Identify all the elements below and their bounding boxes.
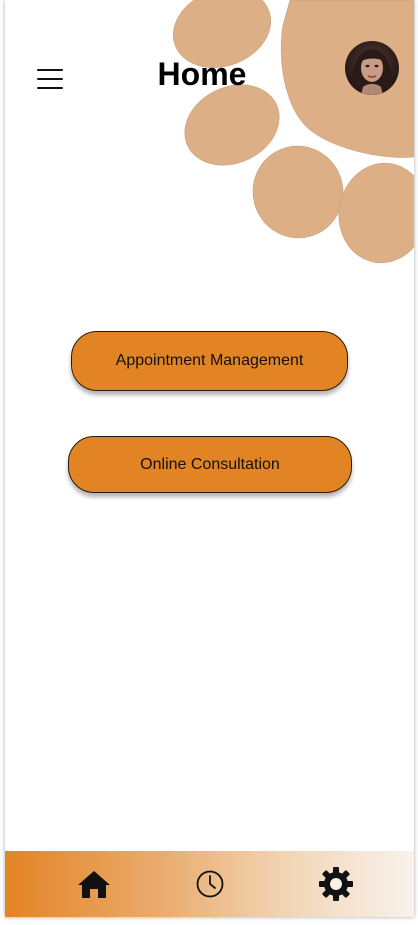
menu-button[interactable] [35,66,65,94]
nav-history[interactable] [192,866,228,902]
home-icon [78,871,110,898]
appointment-management-button[interactable]: Appointment Management [71,331,348,391]
avatar-image [345,41,399,95]
page-title: Home [157,56,247,92]
avatar[interactable] [345,41,399,95]
nav-settings[interactable] [318,866,354,902]
online-consultation-button[interactable]: Online Consultation [68,436,352,493]
menu-line [37,87,63,89]
bottom-navigation [5,851,414,917]
gear-icon [319,867,353,901]
nav-home[interactable] [76,866,112,902]
menu-line [37,78,63,80]
clock-icon [196,870,224,898]
paw-print-decoration [173,0,414,264]
menu-line [37,69,63,71]
app-screen: Home Appointment Management Online Consu… [5,0,414,917]
